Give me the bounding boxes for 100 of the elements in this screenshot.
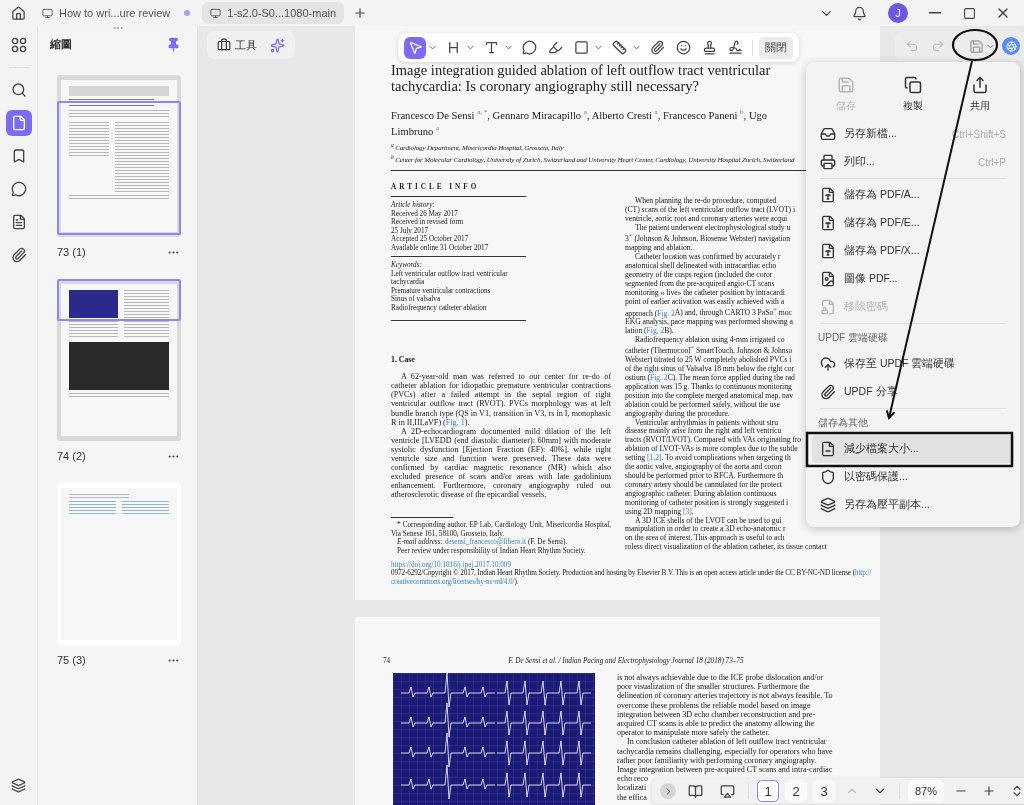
share-icon [971,76,990,94]
assistant-button[interactable] [1002,37,1020,55]
maximize-icon [962,6,976,20]
redo-icon [931,39,945,53]
shield-icon [820,469,836,485]
link[interactable]: Fig. 1 [445,417,465,427]
text-line: is not always achievable due to the ICE probe dislocation and/or [617,673,824,683]
save-icon [836,76,855,94]
page-number-button[interactable]: 3 [813,780,835,802]
tab-label: 1-s2.0-S0...1080-main [227,7,337,19]
article-title: Image integration guided ablation of left outflow tract ventricular tachycardia: Is coronary angiography still necessary? [391,62,772,94]
layers-icon [820,497,836,513]
locked-file-icon [820,299,836,315]
text-line: tachycardia remains challenging, especially for operators who have [617,746,833,756]
shortcut-hint: Ctrl+P [977,156,1006,168]
text-line: poor visualization of the smaller structures. Furthermore the [617,682,810,692]
cloud-upload-icon [820,356,836,372]
monitor-icon [42,7,53,19]
paragraph: A 2D-echocardiogram documented mild dilation of the left ventricle [LVEDD (end diastolic diameter): 60mm] with moderate systolic dysfunction [Ejection Fraction (EF): 40%], while right ventricle size and function were preserved. These data were confirmed by cardiac magnetic resonance (MR) which also excluded presence of scars and/or areas with late gadolinium enhancement. Furthermore, coronary angiography ruled out atherosclerotic disease of the epicardial vessels. [391,426,611,500]
grid-icon [10,37,27,53]
page-number-button[interactable]: 2 [785,780,807,802]
up-down-icon [1010,784,1024,798]
toolbox-icon [217,38,231,52]
plus-icon [353,6,368,20]
page-label: 73 (1) [57,246,86,258]
menu-item[interactable]: 減少檔案大小... [812,435,1014,463]
tab-label: How to wri...ure review [59,7,171,19]
paragraph: A 62-year-old man was referred to our center for re-do of catheter ablation for idiopathic premature ventricular contractions (PVCs) after a failed attempt in the septal region of right ventricular outflow tract (RVOT). PVCs morphology was at left bundle branch type (QS in V1, transition in V3, rs in I, monophasic R in II,III,aVF) (Fig. 1). [391,372,611,427]
text-line: the effica [617,792,647,802]
comment-icon [521,40,537,55]
menu-action[interactable]: 共用 [949,72,1012,116]
file-minus-icon [820,441,836,457]
plus-icon [982,784,997,798]
screen-icon [719,783,735,799]
highlighter-icon [547,40,563,55]
ruler-icon [611,40,627,55]
pdf-file-icon [820,215,836,231]
page-label: 75 (3) [57,654,86,666]
menu-item[interactable]: 儲存為 PDF/X... [812,237,1014,265]
minimize-icon [929,12,941,14]
text-icon [483,40,499,55]
annotation-ellipse [951,28,999,62]
menu-item[interactable]: 儲存為 PDF/A... [812,181,1014,209]
paperclip-icon [10,247,27,263]
book-icon [687,783,703,799]
search-icon [10,82,27,98]
menu-item[interactable]: 以密碼保護... [812,463,1014,491]
text-line: rather poor familiarity with performing coronary angiography. [617,755,817,766]
text-line: delineation of coronary arteries trajectory is not always feasible. To [617,691,833,701]
text-line: overcome these problems the reliable model based on image [617,700,811,710]
menu-section-header: UPDF 雲端硬碟 [817,331,889,345]
sparkles-icon [269,37,285,53]
document-tab[interactable]: How to wri...ure review [34,2,199,24]
pin-icon [165,36,181,52]
document-icon [10,214,27,230]
page-icon [10,115,27,131]
close-tools-button[interactable]: 關閉 [759,36,793,59]
text-line: echo reco [617,774,648,784]
speech-bubble-icon [10,181,27,197]
page-number-button[interactable]: 1 [757,780,779,802]
tray-icon [820,126,836,142]
document-tab[interactable]: 1-s2.0-S0...1080-main [202,2,345,24]
pointer-icon [407,40,423,55]
monitor-icon [210,7,222,19]
text-line: localizati [617,783,647,793]
save-icon [969,38,984,54]
image-file-icon [820,271,836,287]
copy-icon [904,76,922,94]
zoom-level[interactable]: 87% [908,780,945,802]
user-avatar[interactable]: J [888,3,908,23]
square-icon [573,40,589,55]
pdf-file-icon [820,243,836,259]
text-line: integration between 3D echo chamber reconstruction and pre- [617,709,816,719]
paperclip-icon [820,384,836,400]
menu-action[interactable]: 複製 [882,72,944,116]
menu-item[interactable]: 另存為壓平副本... [812,491,1014,519]
bell-icon [851,5,867,21]
text-line: In conclusion catheter ablation of left outflow tract ventricular [626,737,827,747]
menu-item[interactable]: 圖像 PDF... [812,265,1014,293]
text-line: Image integration between pre-acquired CT scans and intra-cardiac [617,765,833,775]
menu-item[interactable]: 列印... Ctrl+P [812,148,1014,176]
aperture-icon [1005,40,1017,52]
smiley-icon [675,40,691,55]
tools-button[interactable]: 工具 [213,33,261,57]
pdf-file-icon [820,187,836,203]
panel-title: 縮圖 [50,36,72,52]
printer-icon [820,154,836,170]
undo-icon [905,39,919,53]
signature-icon [727,40,743,55]
stamp-icon [701,40,717,55]
author-list: Francesco De Sensi $^{a, *}$, Gennaro Miracapillo $^{a}$, Alberto Cresti $^{a}$, Francesco Paneni $^{b}$, Ugo Limbruno $^{a}$ [391,106,811,138]
pages-button[interactable] [5,110,32,136]
home-icon [10,5,26,21]
pointer-tool[interactable] [404,36,426,59]
menu-item[interactable]: 儲存為 PDF/E... [812,209,1014,237]
menu-section-header: 儲存為其他 [817,416,869,430]
text-line: acquired CT scans is able to predict the anatomy allowing the [617,719,815,729]
layers-icon [11,777,26,793]
paperclip-icon [649,40,665,55]
page-label: 74 (2) [57,450,86,462]
